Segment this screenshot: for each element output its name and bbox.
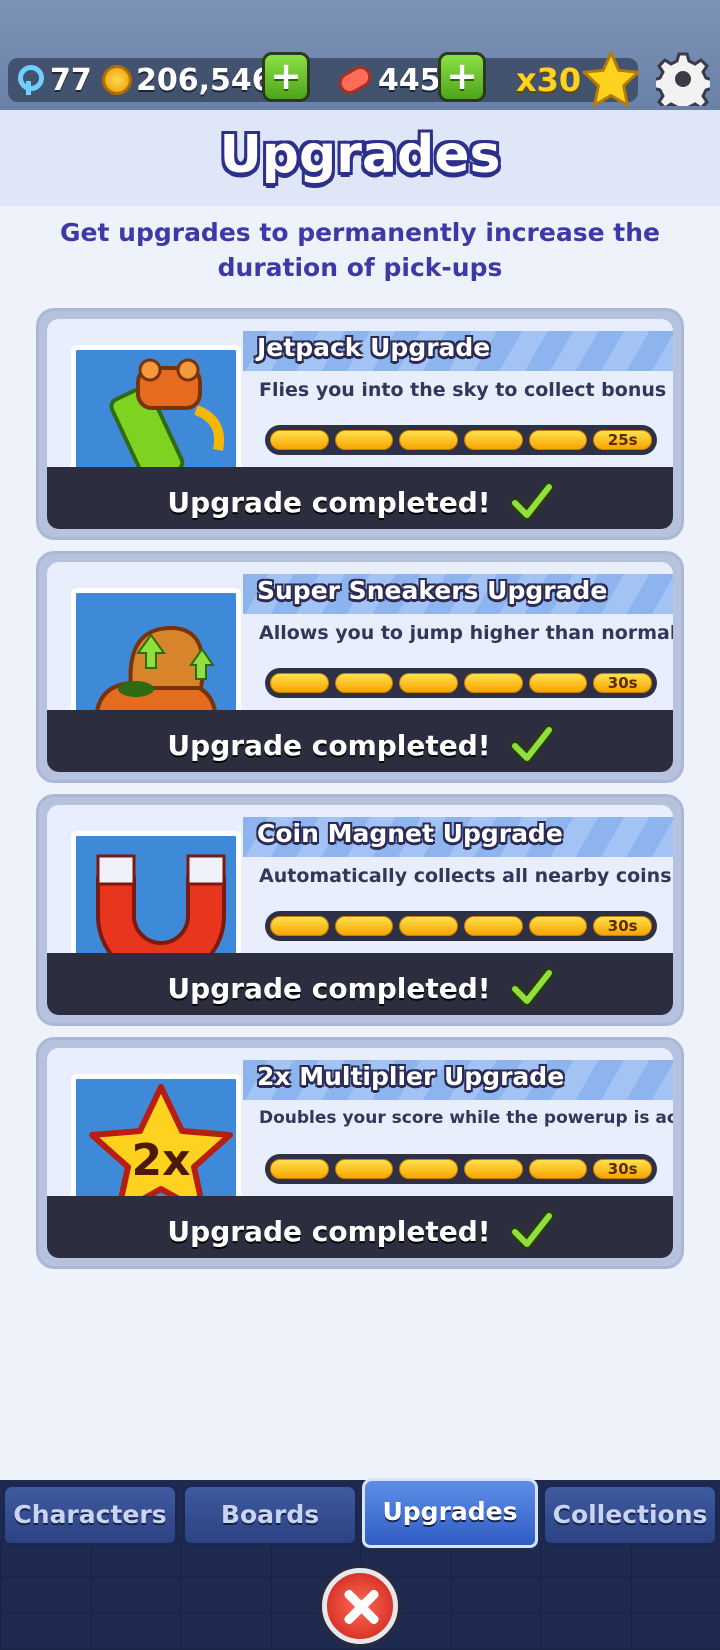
completed-text: Upgrade completed!: [167, 1214, 491, 1248]
progress-segment: [334, 1159, 394, 1179]
jetpack-icon: [71, 345, 241, 475]
multiplier-counter: x30: [516, 58, 581, 102]
completed-text: Upgrade completed!: [167, 728, 491, 762]
buy-boards-button[interactable]: +: [438, 52, 486, 102]
tab-upgrades[interactable]: Upgrades: [362, 1478, 538, 1548]
upgrade-name: Coin Magnet Upgrade: [257, 819, 563, 848]
sneakers-icon: [71, 588, 241, 718]
coins-counter: 206,546: [102, 58, 273, 102]
progress-segment: [334, 673, 394, 693]
progress-segment: [270, 673, 329, 693]
card-body: 2x 2x Multiplier Upgrade Doubles your sc…: [47, 1048, 673, 1258]
checkmark-icon: [510, 1210, 553, 1250]
progress-segment: [399, 916, 459, 936]
progress-segment: [399, 1159, 459, 1179]
plus-icon: +: [446, 54, 478, 98]
completed-bar: Upgrade completed!: [47, 953, 673, 1015]
card-body: Coin Magnet Upgrade Automatically collec…: [47, 805, 673, 1015]
upgrade-description: Automatically collects all nearby coins: [259, 865, 672, 887]
plus-icon: +: [270, 54, 302, 98]
progress-segment: [464, 1159, 523, 1179]
upgrade-progress: 30s: [265, 1154, 657, 1184]
progress-segment: [464, 430, 523, 450]
progress-segment: [334, 916, 394, 936]
progress-segment: [399, 430, 459, 450]
card-body: Jetpack Upgrade Flies you into the sky t…: [47, 319, 673, 529]
completed-text: Upgrade completed!: [167, 971, 491, 1005]
page-title: Upgrades: [219, 125, 501, 185]
keys-counter: 77: [16, 58, 92, 102]
upgrade-name: Super Sneakers Upgrade: [257, 576, 608, 605]
progress-segment: [270, 1159, 329, 1179]
upgrade-card-sneakers: Super Sneakers Upgrade Allows you to jum…: [36, 551, 684, 783]
progress-segment: [334, 430, 394, 450]
completed-bar: Upgrade completed!: [47, 710, 673, 772]
key-icon: [16, 65, 44, 95]
upgrade-card-jetpack: Jetpack Upgrade Flies you into the sky t…: [36, 308, 684, 540]
upgrade-card-coin-magnet: Coin Magnet Upgrade Automatically collec…: [36, 794, 684, 1026]
multiplier-icon-text: 2x: [132, 1135, 191, 1186]
star-icon[interactable]: [582, 50, 640, 108]
progress-segment: [528, 673, 588, 693]
upgrade-card-multiplier: 2x 2x Multiplier Upgrade Doubles your sc…: [36, 1037, 684, 1269]
duration-label: 25s: [607, 431, 638, 449]
card-body: Super Sneakers Upgrade Allows you to jum…: [47, 562, 673, 772]
completed-text: Upgrade completed!: [167, 485, 491, 519]
multiplier-value: x30: [516, 61, 582, 99]
tab-characters[interactable]: Characters: [2, 1484, 178, 1546]
gear-icon[interactable]: [656, 52, 710, 106]
boards-count: 445: [378, 62, 441, 98]
buy-coins-button[interactable]: +: [262, 52, 310, 102]
upgrade-description: Allows you to jump higher than normal: [259, 622, 673, 644]
progress-segment: [464, 673, 523, 693]
progress-segment: [270, 430, 329, 450]
upgrade-progress: 25s: [265, 425, 657, 455]
completed-bar: Upgrade completed!: [47, 1196, 673, 1258]
close-button[interactable]: [322, 1568, 398, 1644]
progress-segment: [464, 916, 523, 936]
boards-counter: 445: [334, 58, 441, 102]
progress-segment: 30s: [593, 673, 653, 693]
progress-segment: [528, 430, 588, 450]
checkmark-icon: [510, 481, 553, 521]
page-subtitle: Get upgrades to permanently increase the…: [60, 218, 660, 282]
progress-segment: [270, 916, 329, 936]
multiplier-star-icon: 2x: [71, 1074, 241, 1204]
progress-segment: 30s: [593, 1159, 653, 1179]
duration-label: 30s: [607, 674, 638, 692]
progress-segment: [399, 673, 459, 693]
tab-collections[interactable]: Collections: [542, 1484, 718, 1546]
upgrade-progress: 30s: [265, 911, 657, 941]
progress-segment: [528, 1159, 588, 1179]
progress-segment: [528, 916, 588, 936]
coin-icon: [102, 65, 132, 95]
magnet-icon: [71, 831, 241, 961]
duration-label: 30s: [607, 917, 638, 935]
completed-bar: Upgrade completed!: [47, 467, 673, 529]
checkmark-icon: [510, 724, 553, 764]
upgrade-description: Flies you into the sky to collect bonus …: [259, 379, 673, 401]
hoverboard-icon: [334, 61, 376, 99]
keys-count: 77: [50, 62, 92, 98]
progress-segment: 30s: [593, 916, 653, 936]
progress-segment: 25s: [593, 430, 653, 450]
upgrade-progress: 30s: [265, 668, 657, 698]
upgrade-name: Jetpack Upgrade: [257, 333, 491, 362]
tab-boards[interactable]: Boards: [182, 1484, 358, 1546]
coins-count: 206,546: [136, 62, 273, 98]
checkmark-icon: [510, 967, 553, 1007]
upgrade-name: 2x Multiplier Upgrade: [257, 1062, 565, 1091]
duration-label: 30s: [607, 1160, 638, 1178]
upgrade-description: Doubles your score while the powerup is …: [259, 1108, 673, 1128]
